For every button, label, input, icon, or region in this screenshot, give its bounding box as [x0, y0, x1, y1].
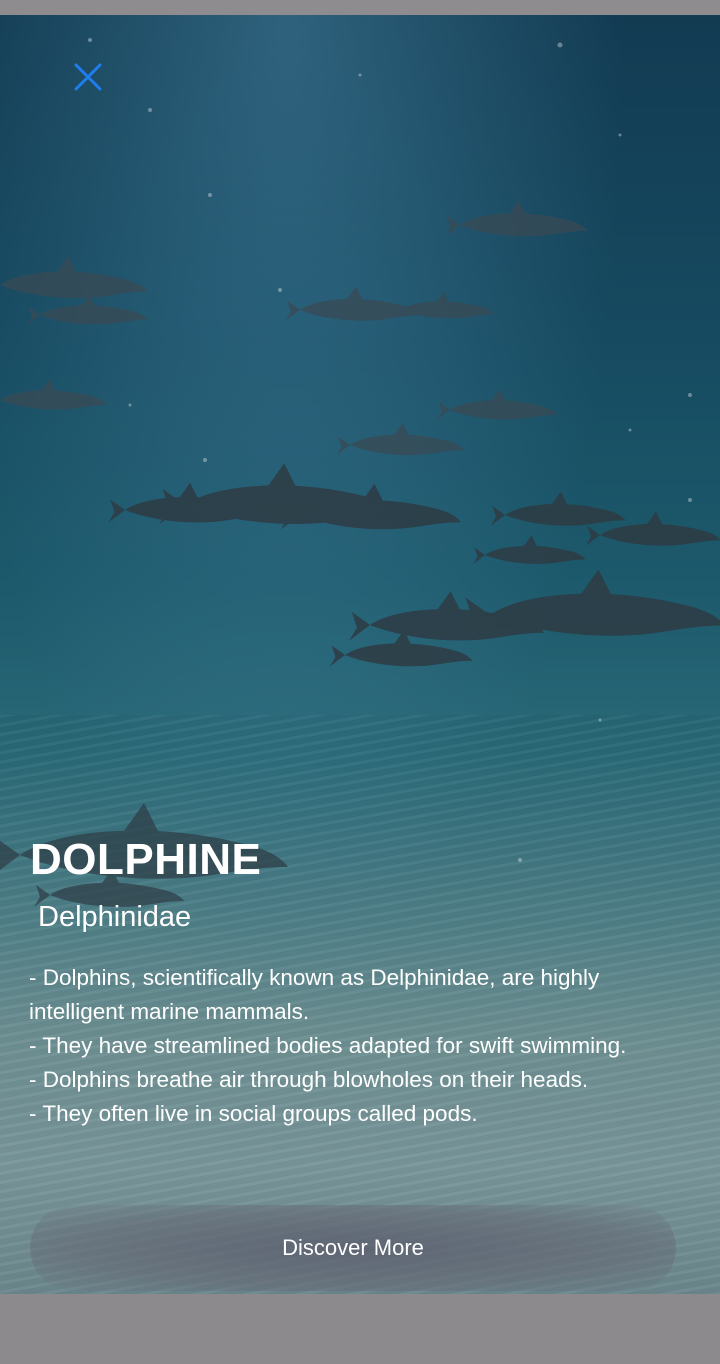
top-backdrop: [0, 0, 720, 15]
animal-facts: - Dolphins, scientifically known as Delp…: [29, 961, 689, 1131]
animal-detail-card: DOLPHINE Delphinidae - Dolphins, scienti…: [0, 15, 720, 1294]
fact-item: - Dolphins breathe air through blowholes…: [29, 1067, 589, 1092]
fact-item: - They often live in social groups calle…: [29, 1101, 478, 1126]
animal-name: DOLPHINE: [30, 835, 262, 884]
close-button[interactable]: [66, 55, 110, 99]
fact-item: - Dolphins, scientifically known as Delp…: [29, 965, 600, 1024]
discover-more-button[interactable]: Discover More: [30, 1205, 676, 1291]
discover-more-label: Discover More: [282, 1235, 424, 1260]
fact-item: - They have streamlined bodies adapted f…: [29, 1033, 627, 1058]
close-icon: [74, 63, 102, 91]
animal-scientific-name: Delphinidae: [38, 901, 192, 933]
bottom-backdrop: [0, 1294, 720, 1364]
